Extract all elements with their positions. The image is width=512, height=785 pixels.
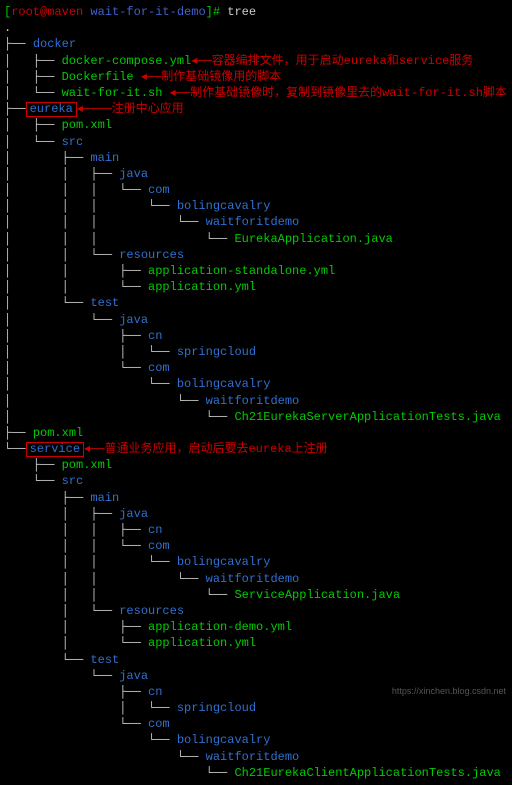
dir-docker: docker (33, 37, 76, 51)
dir-test: test (90, 296, 119, 310)
dir-waitforitdemo: waitforitdemo (206, 215, 300, 229)
tree-root: . (4, 21, 11, 35)
watermark: https://xinchen.blog.csdn.net (392, 685, 506, 697)
dir-eureka: eureka (30, 102, 73, 116)
file-app-yml: application.yml (148, 280, 256, 294)
file-wait-for-it: wait-for-it.sh (62, 86, 163, 100)
dir-java: java (119, 167, 148, 181)
arrow-icon: ◂── (191, 54, 211, 68)
dir-bolingcavalry: bolingcavalry (177, 199, 271, 213)
dir-cn: cn (148, 329, 162, 343)
dir-main: main (90, 151, 119, 165)
dir-resources: resources (119, 248, 184, 262)
file-client-tests: Ch21EurekaClientApplicationTests.java (234, 766, 500, 780)
dir-service: service (30, 442, 80, 456)
dir-springcloud: springcloud (177, 345, 256, 359)
file-dockerfile: Dockerfile (62, 70, 134, 84)
dir-com: com (148, 183, 170, 197)
note-wait: 制作基础镜像时，复制到镜像里去的wait-for-it.sh脚本 (190, 86, 507, 100)
note-service: 普通业务应用，启动后要去eureka上注册 (104, 442, 327, 456)
file-eureka-app: EurekaApplication.java (234, 232, 392, 246)
file-service-app: ServiceApplication.java (234, 588, 400, 602)
note-dockerfile: 制作基础镜像用的脚本 (161, 70, 281, 84)
file-eureka-tests: Ch21EurekaServerApplicationTests.java (234, 410, 500, 424)
file-pom: pom.xml (62, 118, 112, 132)
file-app-demo: application-demo.yml (148, 620, 292, 634)
shell-prompt: [root@maven wait-for-it-demo]# tree (4, 4, 508, 20)
file-app-standalone: application-standalone.yml (148, 264, 335, 278)
tree-output: . ├── docker │ ├── docker-compose.yml◂──… (4, 20, 508, 781)
dir-src: src (62, 135, 84, 149)
note-compose: 容器编排文件，用于启动eureka和service服务 (212, 54, 474, 68)
note-eureka: 注册中心应用 (112, 102, 184, 116)
file-docker-compose: docker-compose.yml (62, 54, 192, 68)
